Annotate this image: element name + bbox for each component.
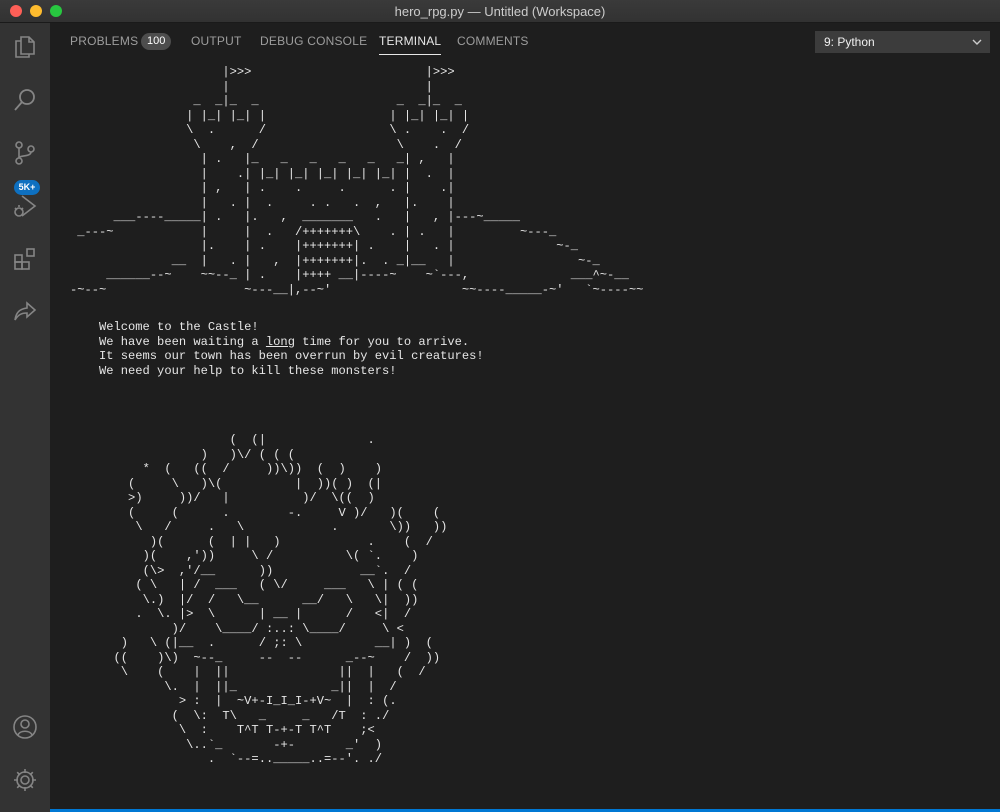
title-bar: hero_rpg.py — Untitled (Workspace) xyxy=(0,0,1000,23)
live-share-icon xyxy=(14,301,37,321)
tab-terminal[interactable]: TERMINAL xyxy=(379,34,442,55)
panel-tabs: PROBLEMS 100 OUTPUT DEBUG CONSOLE TERMIN… xyxy=(50,23,1000,61)
activity-bar: 5K+ xyxy=(0,23,50,812)
welcome-line-long: long xyxy=(265,334,295,349)
source-control-button[interactable] xyxy=(0,129,50,177)
extensions-button[interactable] xyxy=(0,235,50,283)
account-icon xyxy=(13,715,37,739)
live-share-button[interactable] xyxy=(0,288,50,336)
tab-output[interactable]: OUTPUT xyxy=(191,34,242,48)
welcome-line: Welcome to the Castle! xyxy=(99,320,259,334)
search-button[interactable] xyxy=(0,76,50,124)
welcome-line: It seems our town has been overrun by ev… xyxy=(99,349,484,363)
tab-comments[interactable]: COMMENTS xyxy=(457,34,529,48)
terminal-select-value: 9: Python xyxy=(824,35,875,49)
files-icon xyxy=(15,36,35,58)
terminal-select-dropdown[interactable]: 9: Python xyxy=(815,31,990,53)
monster-ascii-art: ( (| . ) )\/ ( ( ( * ( (( / ))\)) ( ) ) … xyxy=(113,433,448,766)
source-control-icon xyxy=(15,141,35,165)
run-debug-icon xyxy=(14,195,37,217)
castle-ascii-art: |>>> |>>> | | _ _|_ _ _ _|_ _ | |_| |_| … xyxy=(70,65,644,297)
extensions-icon xyxy=(14,248,35,270)
search-icon xyxy=(14,89,35,111)
accounts-button[interactable] xyxy=(0,703,50,751)
run-debug-button[interactable] xyxy=(0,182,50,230)
window-title: hero_rpg.py — Untitled (Workspace) xyxy=(394,4,606,19)
settings-button[interactable] xyxy=(0,756,50,804)
explorer-button[interactable] xyxy=(0,23,50,71)
welcome-line: We have been waiting a long time for you… xyxy=(70,335,990,350)
terminal-output[interactable]: |>>> |>>> | | _ _|_ _ _ _|_ _ | |_| |_| … xyxy=(70,65,990,810)
chevron-down-icon xyxy=(972,39,982,45)
tab-problems-label: PROBLEMS xyxy=(70,34,139,48)
welcome-line: We need your help to kill these monsters… xyxy=(99,363,397,378)
tab-debug-console[interactable]: DEBUG CONSOLE xyxy=(260,34,367,48)
tab-problems[interactable]: PROBLEMS xyxy=(70,34,138,48)
settings-gear-icon xyxy=(14,769,36,791)
welcome-line-suffix: time for you to arrive. xyxy=(294,334,470,349)
problems-count-badge: 100 xyxy=(141,33,172,50)
welcome-line-prefix: We have been waiting a xyxy=(99,334,266,349)
bottom-panel: PROBLEMS 100 OUTPUT DEBUG CONSOLE TERMIN… xyxy=(50,23,1000,812)
